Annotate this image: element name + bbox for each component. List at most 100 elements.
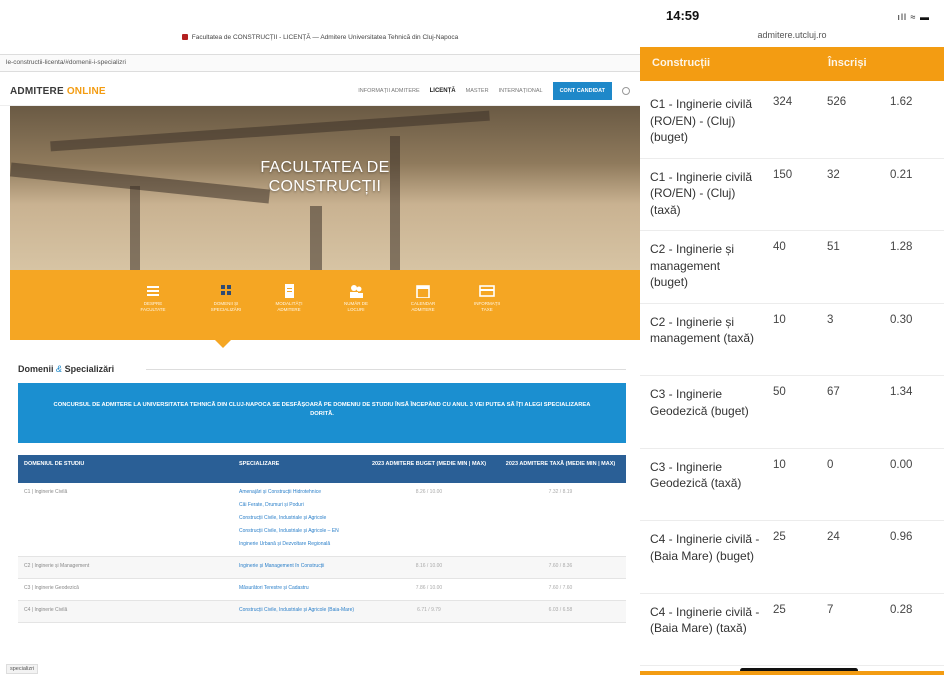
mobile-table-body: C1 - Inginerie civilă (RO/EN) - (Cluj) (… xyxy=(640,86,944,666)
table-row: C3 - Inginerie Geodezică (taxă) 10 0 0.0… xyxy=(640,449,944,521)
cell-specs: Inginerie și Management în Construcții xyxy=(233,557,363,578)
section-title-a: Domenii xyxy=(18,364,54,374)
cell-buget: 8.26 / 10.00 xyxy=(415,489,443,495)
spec-link[interactable]: Construcții Civile, Industriale și Agric… xyxy=(239,605,357,618)
table-row: C4 | Inginerie Civilă Construcții Civile… xyxy=(18,601,626,623)
nav-item-informatii[interactable]: INFORMAȚII ADMITERE xyxy=(358,88,419,94)
status-bar-link: specializri xyxy=(6,664,39,674)
row-inscrisi: 51 xyxy=(827,241,840,253)
hero-banner: FACULTATEA DE CONSTRUCȚII xyxy=(10,106,640,270)
row-inscrisi: 7 xyxy=(827,603,834,616)
site-logo[interactable]: ADMITERE ONLINE xyxy=(10,86,106,97)
cell-specs: Măsurători Terestre și Cadastru xyxy=(233,579,363,600)
logo-main: ADMITERE xyxy=(10,86,64,97)
mobile-url[interactable]: admitere.utcluj.ro xyxy=(640,30,944,40)
spec-link[interactable]: Amenajări și Construcții Hidrotehnice xyxy=(239,487,357,500)
section-divider xyxy=(146,369,626,370)
table-row: C1 - Inginerie civilă (RO/EN) - (Cluj) (… xyxy=(640,86,944,159)
hero-title-line2: CONSTRUCȚII xyxy=(268,178,382,195)
table-row: C1 | Inginerie Civilă Amenajări și Const… xyxy=(18,483,626,557)
window-title-text: Facultatea de CONSTRUCȚII - LICENȚĂ — Ad… xyxy=(191,34,459,41)
nav-item-international[interactable]: INTERNAȚIONAL xyxy=(499,88,543,94)
header-buget: 2023 ADMITERE BUGET (MEDIE MIN | MAX) xyxy=(371,461,487,467)
desktop-browser: Facultatea de CONSTRUCȚII - LICENȚĂ — Ad… xyxy=(0,0,640,675)
header-constructii: Construcții xyxy=(652,57,711,69)
tab-calendar-admitere[interactable]: CALENDAR ADMITERE xyxy=(393,284,453,312)
spec-link[interactable]: Căi Ferate, Drumuri și Poduri xyxy=(239,500,357,513)
mobile-bottom-bar xyxy=(640,671,944,675)
window-title: Facultatea de CONSTRUCȚII - LICENȚĂ — Ad… xyxy=(0,34,640,50)
spec-link[interactable]: Inginerie Urbană și Dezvoltare Regională xyxy=(239,539,357,552)
cell-buget: 6.71 / 9.79 xyxy=(417,607,441,613)
tab-modalitati-admitere[interactable]: MODALITĂȚI ADMITERE xyxy=(259,284,319,312)
row-inscrisi: 67 xyxy=(827,386,840,398)
card-icon xyxy=(479,285,495,297)
cell-taxa: 6.03 / 6.58 xyxy=(548,607,573,613)
nav-item-licenta[interactable]: LICENȚĂ xyxy=(430,88,456,94)
cell-buget: 8.16 / 10.00 xyxy=(415,563,443,569)
logo-accent: ONLINE xyxy=(66,86,106,97)
favicon-icon xyxy=(181,34,188,41)
hero-column xyxy=(390,136,400,270)
header-taxa: 2023 ADMITERE TAXĂ (MEDIE MIN | MAX) xyxy=(505,461,616,467)
tab-label: SPECIALIZĂRI xyxy=(210,306,242,312)
cell-specs: Construcții Civile, Industriale și Agric… xyxy=(233,601,363,622)
phone-status-bar: 14:59 ıll ≈ ▬ xyxy=(640,0,944,30)
section-title-b: Specializări xyxy=(64,364,115,374)
row-name: C2 - Inginerie și management (buget) xyxy=(650,242,735,289)
row-locuri: 324 xyxy=(773,96,793,108)
active-tab-pointer xyxy=(215,340,231,348)
row-ratio: 1.28 xyxy=(890,241,913,253)
tab-label: TAXE xyxy=(481,306,493,312)
row-name: C3 - Inginerie Geodezică (taxă) xyxy=(650,459,742,491)
row-locuri: 50 xyxy=(773,386,786,398)
section-tabs-bar: DESPRE FACULTATE DOMENII ȘI SPECIALIZĂRI… xyxy=(10,270,640,340)
row-ratio: 0.00 xyxy=(890,458,913,471)
row-locuri: 25 xyxy=(773,603,786,616)
header-domeniu: DOMENIUL DE STUDIU xyxy=(24,461,85,467)
row-name: C3 - Inginerie Geodezică (buget) xyxy=(650,387,749,418)
spec-link[interactable]: Inginerie și Management în Construcții xyxy=(239,561,357,574)
table-row: C3 | Inginerie Geodezică Măsurători Tere… xyxy=(18,579,626,601)
info-banner: CONCURSUL DE ADMITERE LA UNIVERSITATEA T… xyxy=(18,383,626,443)
spec-link[interactable]: Construcții Civile, Industriale și Agric… xyxy=(239,513,357,526)
header-inscrisi: Înscriși xyxy=(828,57,867,69)
tab-domenii-specializari[interactable]: DOMENII ȘI SPECIALIZĂRI xyxy=(196,284,256,312)
search-icon[interactable] xyxy=(622,87,630,95)
signal-wifi-battery-icon: ıll ≈ ▬ xyxy=(897,12,930,22)
address-bar[interactable]: le-constructii-licenta/#domenii-i-specia… xyxy=(0,54,640,72)
table-row: C2 - Inginerie și management (buget) 40 … xyxy=(640,231,944,304)
grid-icon xyxy=(221,285,231,295)
hero-title: FACULTATEA DE CONSTRUCȚII xyxy=(10,158,640,196)
document-icon xyxy=(285,284,294,298)
row-ratio: 1.62 xyxy=(890,96,913,108)
row-name: C1 - Inginerie civilă (RO/EN) - (Cluj) (… xyxy=(650,97,753,144)
table-row: C4 - Inginerie civilă - (Baia Mare) (bug… xyxy=(640,521,944,594)
menu-icon xyxy=(147,286,159,296)
tab-numar-locuri[interactable]: NUMĂR DE LOCURI xyxy=(326,284,386,312)
tab-despre-facultate[interactable]: DESPRE FACULTATE xyxy=(123,284,183,312)
spec-link[interactable]: Măsurători Terestre și Cadastru xyxy=(239,583,357,596)
cont-candidat-button[interactable]: CONT CANDIDAT xyxy=(552,82,612,100)
tab-label: LOCURI xyxy=(347,306,365,312)
specializations-table: DOMENIUL DE STUDIU SPECIALIZARE 2023 ADM… xyxy=(18,455,626,623)
hero-column xyxy=(130,186,140,270)
row-name: C4 - Inginerie civilă - (Baia Mare) (tax… xyxy=(650,604,760,636)
cell-taxa: 7.60 / 7.60 xyxy=(548,585,573,591)
nav-item-master[interactable]: MASTER xyxy=(466,88,489,94)
tab-label: ADMITERE xyxy=(277,306,301,312)
header-specializare: SPECIALIZARE xyxy=(239,461,280,467)
row-ratio: 0.96 xyxy=(890,531,913,543)
row-locuri: 150 xyxy=(773,168,793,181)
row-name: C2 - Inginerie și management (taxă) xyxy=(650,314,755,346)
cell-domain: C2 | Inginerie și Management xyxy=(24,563,90,569)
spec-link[interactable]: Construcții Civile, Industriale și Agric… xyxy=(239,526,357,539)
row-inscrisi: 526 xyxy=(827,96,847,108)
mobile-browser: 14:59 ıll ≈ ▬ admitere.utcluj.ro Constru… xyxy=(640,0,944,675)
row-locuri: 10 xyxy=(773,458,786,471)
row-name: C1 - Inginerie civilă (RO/EN) - (Cluj) (… xyxy=(650,169,753,217)
tab-informatii-taxe[interactable]: INFORMAȚII TAXE xyxy=(457,284,517,312)
phone-time: 14:59 xyxy=(666,8,700,23)
row-inscrisi: 0 xyxy=(827,458,834,471)
hero-column xyxy=(310,206,322,270)
